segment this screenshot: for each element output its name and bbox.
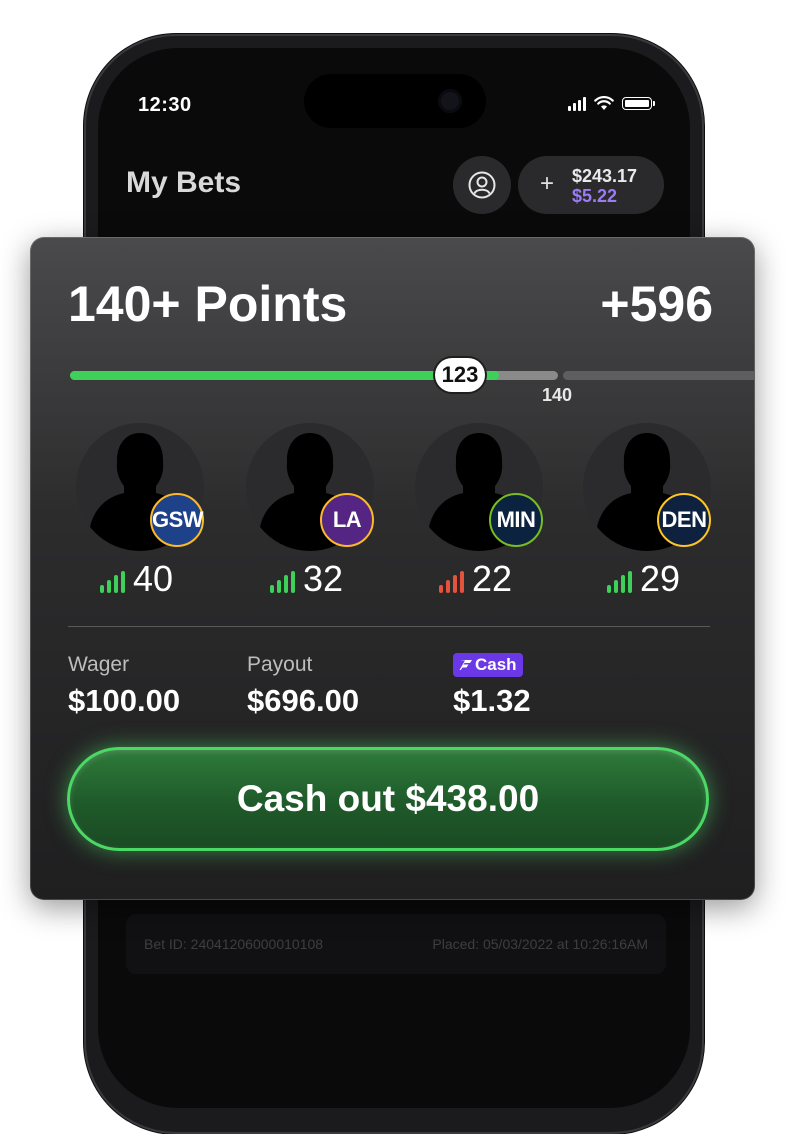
cash-logo-icon [459,660,472,670]
cash-out-button[interactable]: Cash out $438.00 [67,747,709,851]
player-points: 40 [133,558,174,599]
player-points: 22 [472,558,513,599]
team-badge: GSW [150,493,204,547]
cash-badge-label: Cash [475,655,517,674]
divider [68,626,710,627]
player-stat: 40 [100,561,173,597]
team-badge: DEN [657,493,711,547]
wager-label: Wager [68,653,130,676]
player-stat: 32 [270,561,343,597]
trend-bars-icon [270,567,295,597]
status-time: 12:30 [138,94,192,116]
payout-label: Payout [247,653,313,676]
player-stat: 22 [439,561,512,597]
status-icons [568,96,655,111]
player-points: 32 [303,558,344,599]
signal-icon [568,96,586,111]
camera-icon [438,89,462,113]
bet-card: 140+ Points +596 123 140 GSW 40 LA 32 MIN 22 D… [30,237,755,900]
cash-badge: Cash [453,653,523,677]
team-badge: LA [320,493,374,547]
profile-button[interactable] [453,156,511,214]
trend-bars-icon [439,567,464,597]
bet-meta-row: Bet ID: 24041206000010108 Placed: 05/03/… [126,914,666,974]
bet-id: Bet ID: 24041206000010108 [144,936,324,952]
wifi-icon [594,96,614,110]
dynamic-island [304,74,486,128]
cash-value: $1.32 [453,683,531,718]
player-stat: 29 [607,561,680,597]
profile-icon [468,171,496,199]
progress-track-remaining [563,371,755,380]
progress-current-value: 123 [435,358,485,392]
balance-amount: $243.17 [572,166,638,186]
battery-icon [622,97,655,110]
trend-bars-icon [100,567,125,597]
bonus-amount: $5.22 [572,186,618,206]
page-title: My Bets [126,166,242,199]
plus-icon: + [540,170,555,197]
trend-bars-icon [607,567,632,597]
progress-target-value: 140 [542,385,573,405]
placed-date: Placed: 05/03/2022 at 10:26:16AM [432,936,648,952]
team-badge: MIN [489,493,543,547]
bet-title: 140+ Points [68,276,348,332]
wager-value: $100.00 [68,683,181,718]
balance-button[interactable]: + $243.17 $5.22 [518,156,664,214]
player-points: 29 [640,558,681,599]
payout-value: $696.00 [247,683,360,718]
bet-odds: +596 [600,276,713,332]
